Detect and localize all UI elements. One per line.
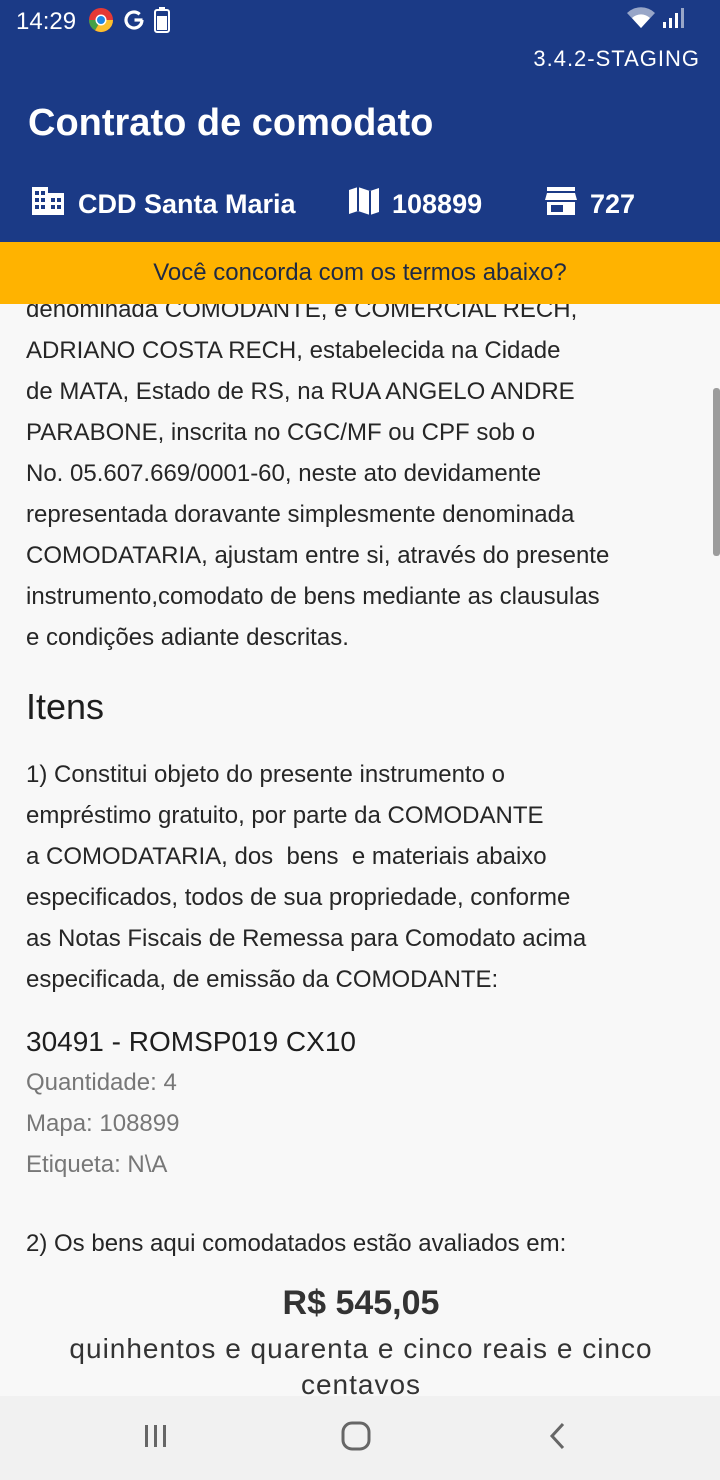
contract-item: 30491 - ROMSP019 CX10 Quantidade: 4 Mapa… bbox=[26, 1022, 696, 1185]
terms-question-banner: Você concorda com os termos abaixo? bbox=[0, 242, 720, 304]
value-words-line: quinhentos e quarenta e cinco reais e ci… bbox=[69, 1333, 653, 1364]
system-icons bbox=[626, 7, 684, 34]
distribution-center-info: CDD Santa Maria bbox=[30, 182, 296, 226]
recent-apps-button[interactable] bbox=[126, 1414, 186, 1462]
signal-icon bbox=[662, 7, 684, 34]
home-icon bbox=[340, 1420, 372, 1457]
text-line: especificada, de emissão da COMODANTE: bbox=[26, 966, 499, 993]
status-time: 14:29 bbox=[16, 8, 77, 35]
store-number-info: 727 bbox=[544, 182, 635, 226]
text-line: as Notas Fiscais de Remessa para Comodat… bbox=[26, 925, 587, 952]
contract-intro-paragraph: denominada COMODANTE, e COMERCIAL RECH, … bbox=[26, 304, 696, 658]
contract-scroll-area[interactable]: denominada COMODANTE, e COMERCIAL RECH, … bbox=[0, 304, 720, 1396]
building-icon bbox=[30, 185, 66, 224]
contract-info-row: CDD Santa Maria 108899 727 bbox=[0, 182, 720, 226]
back-button[interactable] bbox=[528, 1414, 588, 1462]
clause-2-paragraph: 2) Os bens aqui comodatados estão avalia… bbox=[26, 1230, 567, 1257]
page-title: Contrato de comodato bbox=[28, 102, 434, 144]
chrome-icon bbox=[88, 7, 114, 38]
text-line: a COMODATARIA, dos bens e materiais abai… bbox=[26, 843, 547, 870]
text-line: ADRIANO COSTA RECH, estabelecida na Cida… bbox=[26, 337, 561, 364]
item-code: 30491 - ROMSP019 CX10 bbox=[26, 1026, 356, 1057]
value-words-line: centavos bbox=[300, 1369, 422, 1396]
text-line: denominada COMODANTE, e COMERCIAL RECH, bbox=[26, 304, 578, 323]
google-g-icon bbox=[122, 8, 146, 37]
text-line: 1) Constitui objeto do presente instrume… bbox=[26, 761, 505, 788]
items-section-title: Itens bbox=[26, 686, 105, 727]
text-line: especificados, todos de sua propriedade,… bbox=[26, 884, 571, 911]
text-line: representada doravante simplesmente deno… bbox=[26, 501, 575, 528]
text-line: COMODATARIA, ajustam entre si, através d… bbox=[26, 542, 610, 569]
text-line: instrumento,comodato de bens mediante as… bbox=[26, 583, 600, 610]
contract-value-in-words: quinhentos e quarenta e cinco reais e ci… bbox=[26, 1331, 696, 1396]
home-button[interactable] bbox=[326, 1414, 386, 1462]
item-map: Mapa: 108899 bbox=[26, 1110, 180, 1137]
app-version: 3.4.2-STAGING bbox=[533, 46, 700, 71]
terms-question-text: Você concorda com os termos abaixo? bbox=[153, 259, 567, 286]
item-tag: Etiqueta: N\A bbox=[26, 1151, 168, 1178]
contract-body: denominada COMODANTE, e COMERCIAL RECH, … bbox=[26, 304, 696, 1396]
battery-icon bbox=[154, 6, 170, 38]
text-line: de MATA, Estado de RS, na RUA ANGELO AND… bbox=[26, 378, 575, 405]
store-number-label: 727 bbox=[590, 188, 636, 219]
text-line: No. 05.607.669/0001-60, neste ato devida… bbox=[26, 460, 542, 487]
back-icon bbox=[546, 1421, 570, 1456]
text-line: empréstimo gratuito, por parte da COMODA… bbox=[26, 802, 544, 829]
map-number-info: 108899 bbox=[348, 182, 482, 226]
contract-value: R$ 545,05 bbox=[282, 1284, 440, 1322]
distribution-center-label: CDD Santa Maria bbox=[78, 188, 296, 219]
text-line: PARABONE, inscrita no CGC/MF ou CPF sob … bbox=[26, 419, 536, 446]
map-icon bbox=[348, 185, 380, 224]
wifi-icon bbox=[626, 7, 656, 34]
scrollbar[interactable] bbox=[713, 388, 720, 556]
text-line: e condições adiante descritas. bbox=[26, 624, 349, 651]
recent-apps-icon bbox=[142, 1423, 170, 1454]
clause-1-paragraph: 1) Constitui objeto do presente instrume… bbox=[26, 754, 696, 1000]
item-quantity: Quantidade: 4 bbox=[26, 1069, 177, 1096]
status-bar: 14:29 bbox=[0, 0, 720, 44]
map-number-label: 108899 bbox=[392, 188, 483, 219]
notification-icons bbox=[88, 6, 170, 38]
store-icon bbox=[544, 186, 578, 223]
system-navigation-bar bbox=[0, 1396, 720, 1480]
app-header: 14:29 3.4.2-STAGING Contrato de comodato… bbox=[0, 0, 720, 242]
